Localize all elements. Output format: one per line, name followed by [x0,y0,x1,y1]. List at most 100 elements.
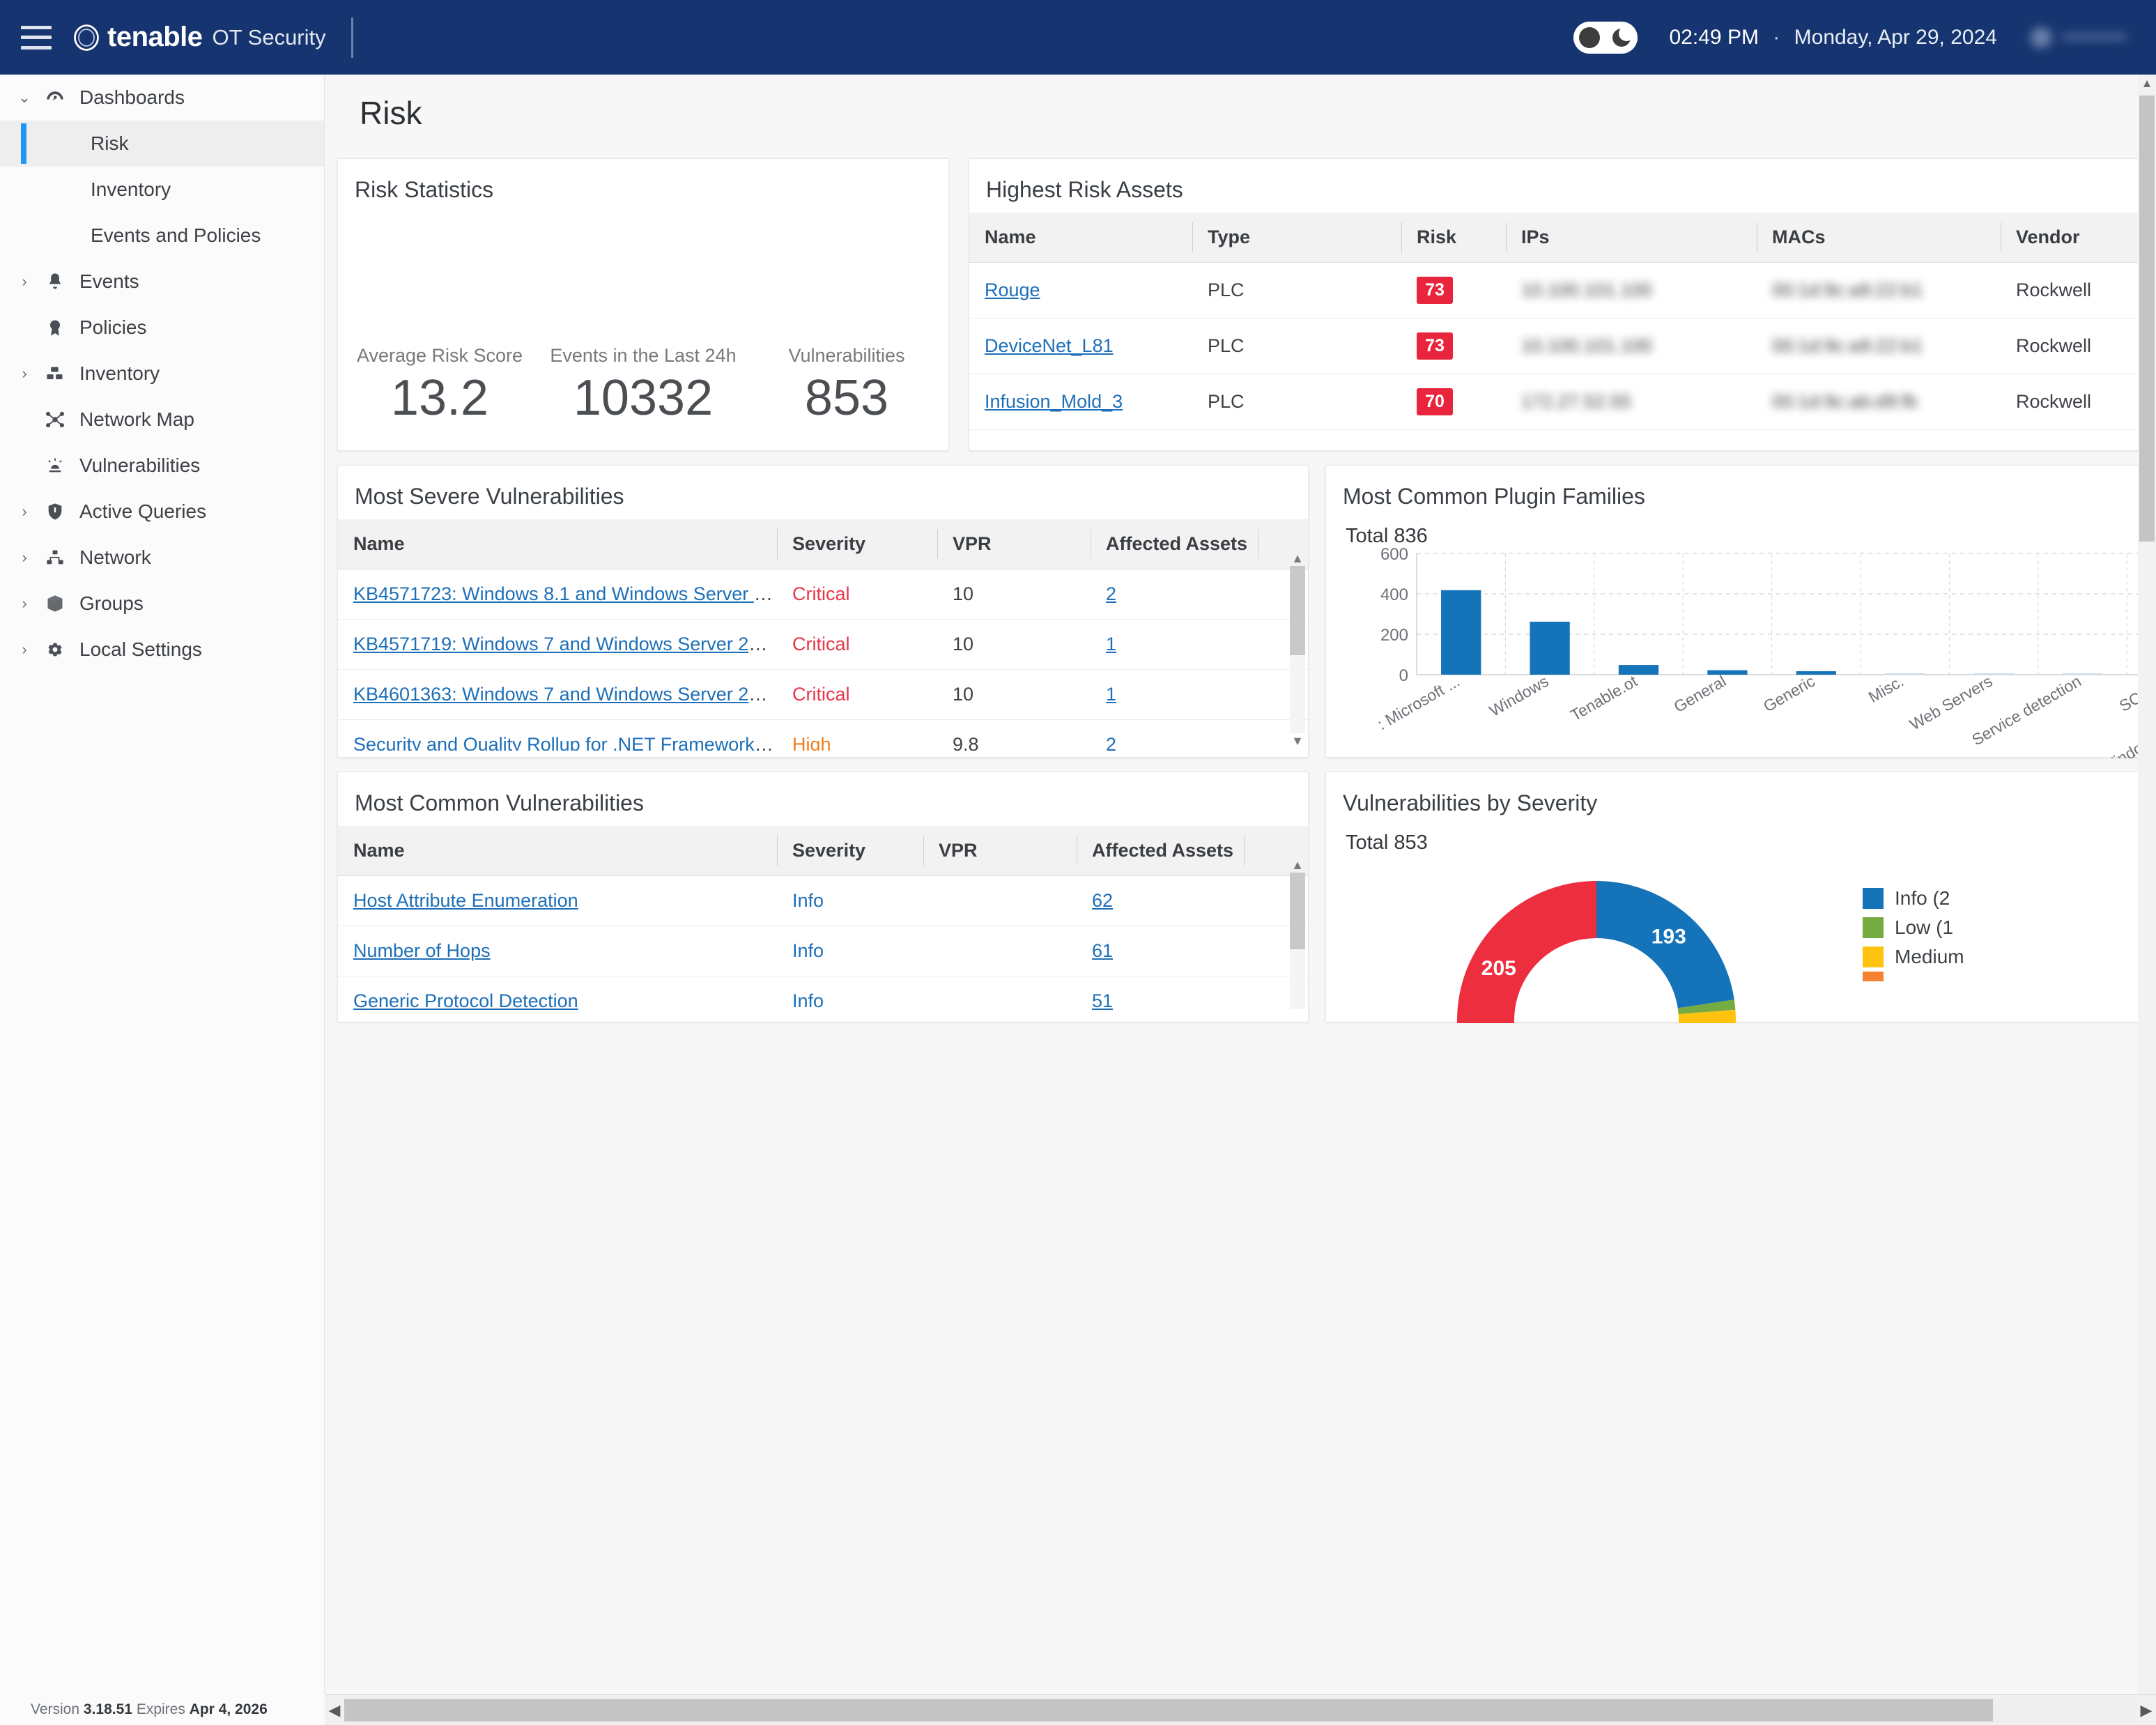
asset-name-link[interactable]: DeviceNet_L81 [985,335,1114,356]
svg-text:: Microsoft ...: : Microsoft ... [1374,672,1463,733]
table-row[interactable]: Number of Hops Info 61 [338,926,1308,976]
card-title: Most Severe Vulnerabilities [355,484,624,509]
column-header[interactable]: Risk [1401,213,1506,263]
table-row[interactable]: Infusion_Mold_3 PLC 70 172.27.52.55 00:1d:9c… [969,374,2156,430]
chevron-right-icon[interactable]: › [13,549,36,567]
risk-stat-value: 10332 [573,370,714,426]
column-header[interactable]: Name [969,213,1192,263]
chevron-right-icon[interactable]: › [13,641,36,659]
most-severe-vulnerabilities-card: Most Severe Vulnerabilities Name Severity… [337,465,1309,758]
table-row[interactable]: Host Attribute Enumeration Info 62 [338,875,1308,926]
user-menu[interactable]: •••••••• [2030,26,2127,49]
affected-assets-link[interactable]: 61 [1092,940,1113,961]
sidebar-item-inventory[interactable]: › Inventory [0,351,324,397]
chevron-right-icon[interactable]: › [13,595,36,613]
page-vertical-scrollbar[interactable]: ▲ [2138,75,2156,1694]
scroll-left-arrow-icon[interactable]: ◀ [325,1701,344,1719]
sidebar-item-groups[interactable]: › Groups [0,581,324,627]
sidebar-item-inventory-dashboard[interactable]: Inventory [0,167,324,213]
sidebar-item-network[interactable]: › Network [0,535,324,581]
policy-icon [36,318,74,337]
dark-mode-toggle[interactable] [1573,21,1638,54]
sidebar-item-label: Dashboards [79,86,185,108]
vuln-name-link[interactable]: Number of Hops [353,940,491,961]
column-header[interactable]: MACs [1757,213,2001,263]
horizontal-scrollbar-thumb[interactable] [344,1699,1994,1722]
page-scrollbar-thumb[interactable] [2139,95,2155,542]
table-header-row: Name Type Risk IPs MACs Vendor [969,213,2156,263]
column-header[interactable]: Vendor [2001,213,2156,263]
vuln-severity-cell: High [777,719,937,751]
scroll-up-arrow-icon[interactable]: ▲ [1290,857,1305,873]
sidebar-item-dashboards[interactable]: ⌄ Dashboards [0,75,324,121]
affected-assets-link[interactable]: 1 [1106,684,1116,705]
scroll-up-arrow-icon[interactable]: ▲ [1290,551,1305,566]
table-row[interactable]: KB4571719: Windows 7 and Windows Server … [338,619,1308,670]
sidebar-item-active-queries[interactable]: › Active Queries [0,489,324,535]
legend-item-partial[interactable] [1863,972,1964,981]
chevron-right-icon[interactable]: › [13,503,36,521]
scroll-right-arrow-icon[interactable]: ▶ [2136,1701,2156,1719]
chevron-right-icon[interactable]: › [13,273,36,291]
column-header[interactable]: Affected Assets [1091,519,1258,569]
vuln-name-link[interactable]: Security and Quality Rollup for .NET Fra… [353,734,777,751]
vuln-affected-assets-cell: 51 [1077,976,1244,1014]
table-row[interactable]: KB4571723: Windows 8.1 and Windows Serve… [338,569,1308,620]
legend-item[interactable]: Medium [1863,942,1964,972]
horizontal-scrollbar-track[interactable] [344,1697,2136,1723]
asset-name-link[interactable]: Infusion_Mold_3 [985,391,1123,412]
chevron-down-icon[interactable]: ⌄ [13,89,36,107]
vuln-name-link[interactable]: Generic Protocol Detection [353,990,578,1011]
column-header[interactable]: Type [1192,213,1401,263]
table-row[interactable]: DeviceNet_L81 PLC 73 10.100.101.100 00:1d:9c… [969,318,2156,374]
column-header[interactable]: IPs [1506,213,1757,263]
column-header[interactable]: Name [338,519,777,569]
svg-text:Windows: Windows [1486,672,1552,720]
table-row[interactable]: Security and Quality Rollup for .NET Fra… [338,719,1308,751]
column-header[interactable]: Affected Assets [1077,826,1244,876]
scroll-up-arrow-icon[interactable]: ▲ [2138,75,2156,93]
affected-assets-link[interactable]: 2 [1106,734,1116,751]
vuln-name-link[interactable]: KB4601363: Windows 7 and Windows Server … [353,684,777,705]
asset-name-link[interactable]: Rouge [985,279,1040,300]
sidebar-item-risk[interactable]: Risk [0,121,324,167]
column-header[interactable]: VPR [937,519,1091,569]
sidebar-item-vulnerabilities[interactable]: Vulnerabilities [0,443,324,489]
affected-assets-link[interactable]: 1 [1106,634,1116,654]
affected-assets-link[interactable]: 2 [1106,583,1116,604]
table-row[interactable]: KB4601363: Windows 7 and Windows Server … [338,669,1308,720]
column-header[interactable]: Severity [777,519,937,569]
page-horizontal-scrollbar[interactable]: ◀ ▶ [325,1694,2156,1725]
sidebar-item-policies[interactable]: Policies [0,305,324,351]
svg-text:Tenable.ot: Tenable.ot [1567,672,1640,725]
scroll-down-arrow-icon[interactable]: ▼ [1290,733,1305,749]
table-row[interactable]: Packaging_2PLC69172.27.52.5100:0c:53:a3:… [969,429,2156,440]
asset-name-cell: Packaging_2 [969,429,1192,440]
vuln-name-link[interactable]: Host Attribute Enumeration [353,890,578,911]
sun-icon [1578,26,1600,48]
sidebar-item-local-settings[interactable]: › Local Settings [0,627,324,673]
column-header[interactable]: Name [338,826,777,876]
column-header[interactable]: Severity [777,826,923,876]
svg-text:600: 600 [1380,545,1408,564]
table-row[interactable]: Generic Protocol Detection Info 51 [338,976,1308,1014]
sidebar-item-network-map[interactable]: Network Map [0,397,324,443]
hamburger-icon[interactable] [21,25,52,49]
risk-stat: Average Risk Score 13.2 [338,345,541,429]
table-row[interactable]: Rouge PLC 73 10.100.101.100 00:1d:9c:a9:22:b… [969,262,2156,319]
legend-item[interactable]: Info (2 [1863,884,1964,913]
most-severe-vulnerabilities-table: Name Severity VPR Affected Assets KB4571723… [338,519,1308,751]
vertical-scrollbar-thumb[interactable] [1290,566,1305,655]
chevron-right-icon[interactable]: › [13,365,36,383]
vuln-name-link[interactable]: KB4571719: Windows 7 and Windows Server … [353,634,777,654]
column-header[interactable]: VPR [923,826,1077,876]
vuln-name-cell: Generic Protocol Detection [338,976,777,1014]
legend-item[interactable]: Low (1 [1863,913,1964,942]
affected-assets-link[interactable]: 62 [1092,890,1113,911]
network-icon [36,548,74,567]
vuln-name-link[interactable]: KB4571723: Windows 8.1 and Windows Serve… [353,583,777,604]
sidebar-item-events[interactable]: › Events [0,259,324,305]
affected-assets-link[interactable]: 51 [1092,990,1113,1011]
sidebar-item-events-and-policies[interactable]: Events and Policies [0,213,324,259]
vertical-scrollbar-thumb[interactable] [1290,873,1305,949]
